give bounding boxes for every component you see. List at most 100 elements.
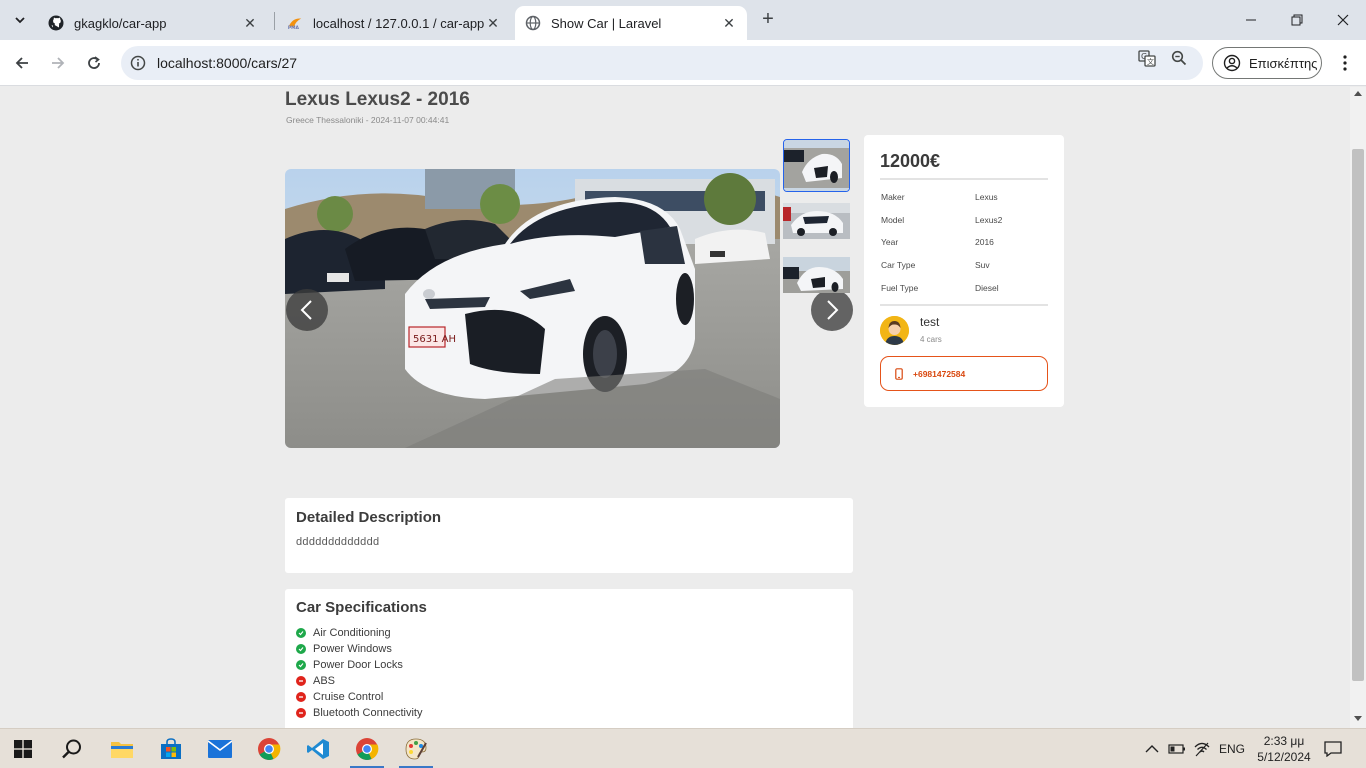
minimize-icon: [1246, 19, 1256, 21]
divider: [880, 304, 1048, 306]
page-title: Lexus Lexus2 - 2016: [285, 89, 470, 110]
close-icon[interactable]: ✕: [485, 15, 501, 31]
phpmyadmin-icon: PMA: [287, 15, 303, 31]
tab-phpmyadmin[interactable]: PMA localhost / 127.0.0.1 / car-app | ✕: [277, 6, 511, 40]
spec-label: Year: [881, 237, 899, 247]
minimize-button[interactable]: [1228, 0, 1274, 40]
feature-item: Cruise Control: [296, 691, 383, 703]
arrow-right-icon: [52, 57, 65, 69]
scroll-down-arrow-icon[interactable]: [1354, 716, 1362, 721]
browser-toolbar: localhost:8000/cars/27 G文 Επισκέπτης: [0, 40, 1366, 86]
chrome-icon[interactable]: [246, 729, 292, 768]
check-circle-icon: [296, 660, 306, 670]
spec-value: Diesel: [975, 283, 999, 293]
carousel-next-button[interactable]: [811, 289, 853, 331]
mail-icon[interactable]: [197, 729, 243, 768]
tab-title: gkagklo/car-app: [74, 15, 167, 31]
restore-button[interactable]: [1274, 0, 1320, 40]
phone-icon: [895, 367, 903, 380]
check-circle-icon: [296, 644, 306, 654]
tab-title: localhost / 127.0.0.1 / car-app |: [313, 15, 485, 31]
phone-button[interactable]: +6981472584: [880, 356, 1048, 391]
feature-item: ABS: [296, 675, 335, 687]
tab-divider: [274, 12, 275, 30]
phone-number: +6981472584: [913, 368, 966, 379]
arrow-left-icon: [15, 57, 28, 69]
reload-icon: [88, 56, 100, 69]
battery-icon[interactable]: [1168, 740, 1186, 758]
chevron-up-icon[interactable]: [1143, 740, 1161, 758]
site-info-icon[interactable]: [129, 54, 147, 72]
search-icon: [62, 739, 81, 759]
car-main-photo: 5631 AH: [285, 169, 780, 448]
url-text[interactable]: localhost:8000/cars/27: [157, 55, 297, 71]
microsoft-store-icon[interactable]: [148, 729, 194, 768]
car-thumbnail[interactable]: [783, 203, 850, 239]
scrollbar-thumb[interactable]: [1352, 149, 1364, 681]
avatar[interactable]: [880, 316, 909, 345]
translate-icon[interactable]: G文: [1137, 48, 1157, 68]
notification-icon[interactable]: [1324, 740, 1342, 758]
browser-menu-button[interactable]: [1335, 51, 1355, 75]
svg-text:5631 AH: 5631 AH: [413, 334, 456, 345]
tab-search-button[interactable]: [8, 8, 32, 32]
feature-item: Bluetooth Connectivity: [296, 707, 422, 719]
spec-label: Car Type: [881, 260, 916, 270]
back-button[interactable]: [8, 49, 36, 77]
carousel-prev-button[interactable]: [286, 289, 328, 331]
more-vertical-icon: [1343, 55, 1347, 71]
divider: [880, 178, 1048, 180]
tab-show-car[interactable]: Show Car | Laravel ✕: [515, 6, 747, 40]
spec-label: Model: [881, 215, 905, 225]
svg-text:PMA: PMA: [288, 25, 300, 31]
browser-tab-bar: gkagklo/car-app ✕ PMA localhost / 127.0.…: [0, 0, 1366, 40]
spec-value: 2016: [975, 237, 994, 247]
address-bar[interactable]: localhost:8000/cars/27: [121, 46, 1203, 80]
zoom-icon[interactable]: [1169, 48, 1189, 68]
page-scrollbar[interactable]: [1350, 87, 1366, 728]
owner-name[interactable]: test: [920, 315, 939, 329]
feature-label: ABS: [313, 675, 336, 687]
close-window-button[interactable]: [1320, 0, 1366, 40]
car-thumbnail[interactable]: [783, 257, 850, 293]
section-heading: Detailed Description: [296, 509, 442, 526]
vscode-icon[interactable]: [295, 729, 341, 768]
car-thumbnail[interactable]: [783, 139, 850, 192]
language-indicator[interactable]: ENG: [1219, 742, 1245, 756]
reload-button[interactable]: [80, 49, 108, 77]
account-icon: [1223, 54, 1241, 72]
minus-circle-icon: [296, 708, 306, 718]
profile-button[interactable]: Επισκέπτης: [1212, 47, 1322, 79]
windows-logo-icon: [14, 740, 32, 758]
description-card: Detailed Description ddddddddddddd: [285, 498, 853, 573]
profile-label: Επισκέπτης: [1249, 55, 1318, 71]
system-clock[interactable]: 2:33 μμ 5/12/2024: [1254, 733, 1314, 765]
tab-github[interactable]: gkagklo/car-app ✕: [38, 6, 268, 40]
new-tab-button[interactable]: +: [757, 9, 779, 31]
feature-label: Power Door Locks: [313, 659, 403, 671]
taskbar-search-button[interactable]: [49, 729, 95, 768]
forward-button[interactable]: [44, 49, 72, 77]
owner-car-count: 4 cars: [920, 335, 942, 344]
chevron-left-icon: [300, 300, 312, 320]
windows-taskbar: ENG 2:33 μμ 5/12/2024: [0, 728, 1366, 768]
feature-item: Air Conditioning: [296, 627, 391, 639]
check-circle-icon: [296, 628, 306, 638]
close-icon[interactable]: ✕: [242, 15, 258, 31]
spec-label: Maker: [881, 192, 905, 202]
car-price: 12000€: [880, 151, 941, 171]
feature-label: Cruise Control: [313, 691, 384, 703]
start-button[interactable]: [0, 729, 46, 768]
scroll-up-arrow-icon[interactable]: [1354, 91, 1362, 96]
chrome-active-icon[interactable]: [344, 729, 390, 768]
paint-icon[interactable]: [393, 729, 439, 768]
wifi-icon[interactable]: [1193, 740, 1211, 758]
spec-value: Suv: [975, 260, 990, 270]
file-explorer-icon[interactable]: [99, 729, 145, 768]
description-text: ddddddddddddd: [296, 536, 380, 548]
feature-label: Bluetooth Connectivity: [313, 707, 423, 719]
specifications-card: Car Specifications Air Conditioning Powe…: [285, 589, 853, 728]
close-icon[interactable]: ✕: [721, 15, 737, 31]
spec-value: Lexus2: [975, 215, 1003, 225]
minus-circle-icon: [296, 692, 306, 702]
